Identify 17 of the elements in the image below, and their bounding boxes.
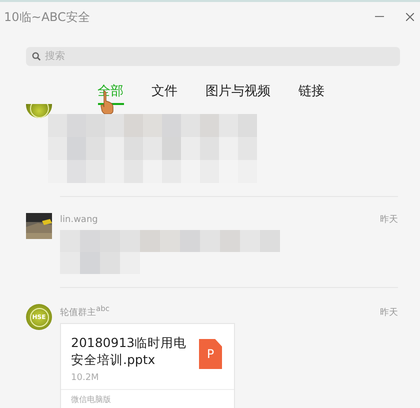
window-title: 10临~ABC安全 xyxy=(4,8,90,26)
message-time: 昨天 xyxy=(380,214,398,226)
search-field[interactable]: 搜索 xyxy=(26,47,400,66)
tab[interactable]: 文件 xyxy=(152,82,178,105)
file-source: 微信电脑版 xyxy=(61,389,234,408)
file-name: 20180913临时用电安全培训.pptx xyxy=(71,334,188,368)
close-icon[interactable] xyxy=(406,13,414,21)
tab[interactable]: 链接 xyxy=(298,82,324,105)
file-card[interactable]: 20180913临时用电安全培训.pptx 10.2M P 微信电脑版 xyxy=(60,323,235,408)
pptx-file-icon: P xyxy=(199,339,222,369)
message-time: 昨天 xyxy=(380,306,398,319)
sender-name: 轮值群主$^{abc}$ xyxy=(60,304,110,319)
sender-name: lin.wang xyxy=(60,215,98,225)
minimize-icon[interactable] xyxy=(375,16,384,18)
avatar[interactable] xyxy=(26,104,52,118)
tab[interactable]: 图片与视频 xyxy=(206,82,270,105)
file-size: 10.2M xyxy=(71,373,100,383)
